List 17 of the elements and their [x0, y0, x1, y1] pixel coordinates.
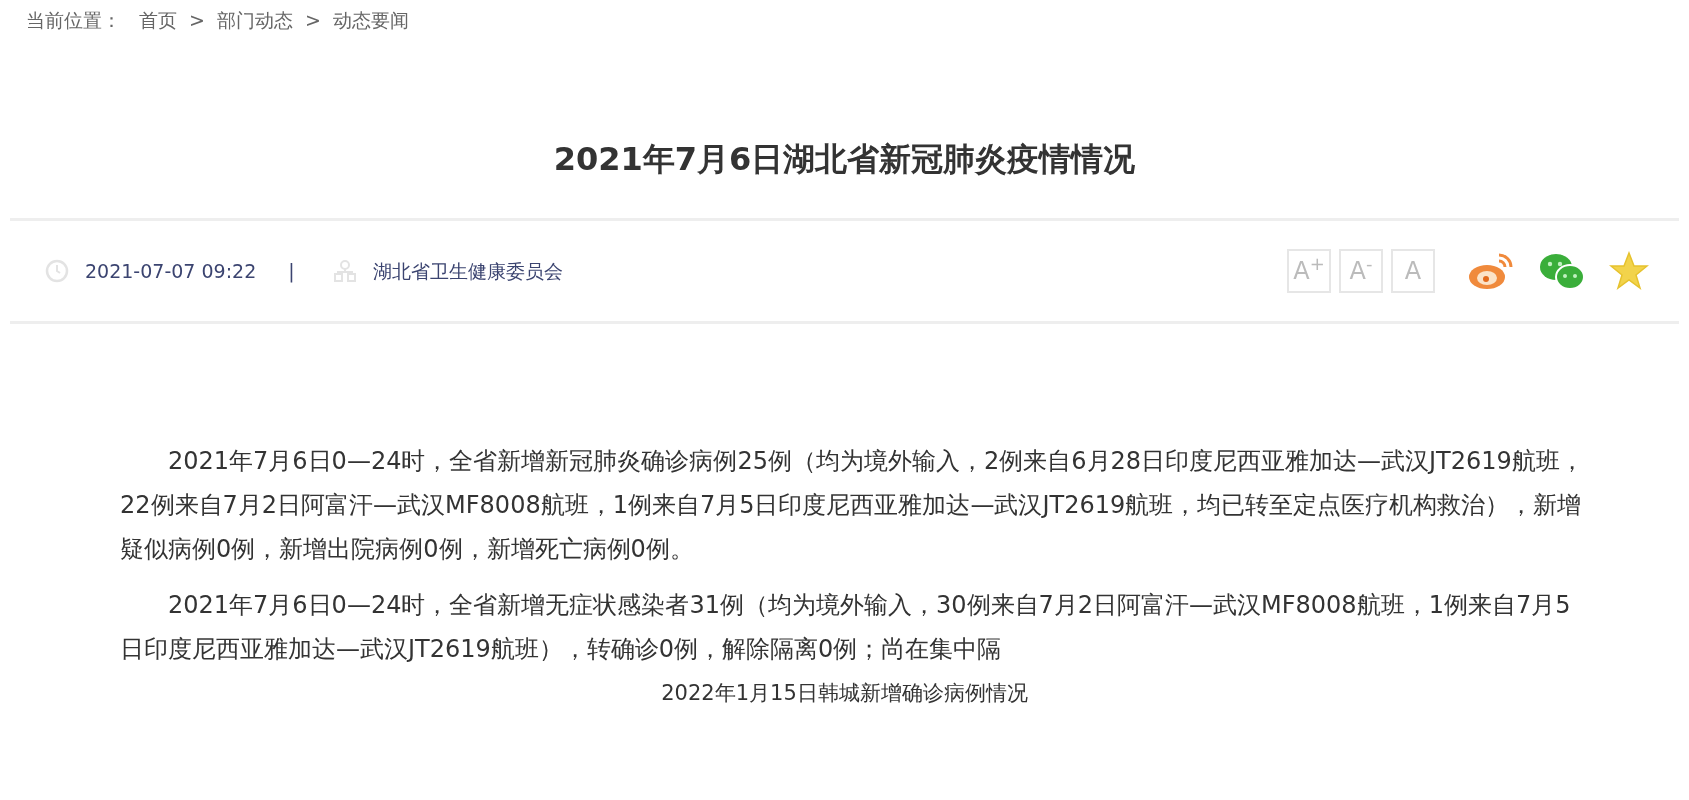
weibo-icon[interactable]: [1467, 251, 1515, 292]
meta-divider: |: [288, 259, 295, 285]
image-caption: 2022年1月15日韩城新增确诊病例情况: [660, 683, 1029, 705]
breadcrumb-separator: >: [189, 7, 205, 33]
breadcrumb-label: 当前位置：: [26, 7, 121, 33]
breadcrumb-link[interactable]: 首页: [139, 5, 177, 35]
article-paragraph: 2021年7月6日0—24时，全省新增无症状感染者31例（均为境外输入，30例来自7月2日阿富汗—武汉MF8008航班，1例来自7月5日印度尼西亚雅加达—武汉JT2619航班），转确诊0例，解除隔离0例；尚在集中隔: [120, 590, 1572, 666]
breadcrumb-link[interactable]: 动态要闻: [332, 5, 409, 35]
clock-icon: [45, 259, 69, 284]
breadcrumb-link[interactable]: 部门动态: [216, 5, 293, 35]
publish-date: 2021-07-07 09:22: [85, 259, 257, 285]
source-link[interactable]: 湖北省卫生健康委员会: [372, 257, 563, 286]
article-paragraph: 2021年7月6日0—24时，全省新增新冠肺炎确诊病例25例（均为境外输入，2例来自6月28日印度尼西亚雅加达—武汉JT2619航班，22例来自7月2日阿富汗—武汉MF8008航班，1例来自7月5日印度尼西亚雅加达—武汉JT2619航班，均已转至定点医疗机构救治），新增疑似病例0例，新增出院病例0例，新增死亡病例0例。: [120, 446, 1585, 566]
article-title: 2021年7月6日湖北省新冠肺炎疫情情况: [552, 140, 1137, 179]
org-icon: [332, 259, 357, 284]
star-icon[interactable]: [1609, 251, 1649, 292]
breadcrumb-separator: >: [304, 7, 321, 33]
